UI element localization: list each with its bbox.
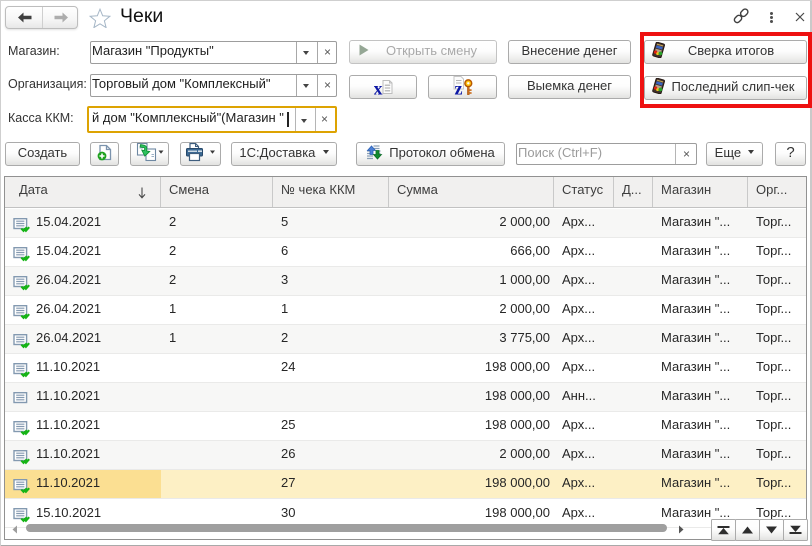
svg-text:x: x [374, 78, 383, 95]
svg-text:z: z [455, 79, 463, 96]
